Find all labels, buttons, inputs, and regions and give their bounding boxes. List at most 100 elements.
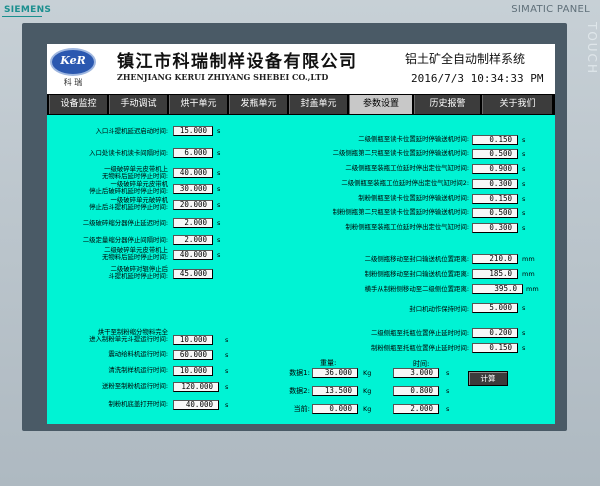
param-unit: s — [225, 336, 229, 344]
param-input[interactable]: 20.000 — [173, 200, 213, 210]
param-unit: s — [225, 383, 229, 391]
tab-parameter-settings[interactable]: 参数设置 — [349, 95, 413, 114]
param-input[interactable]: 0.500 — [472, 149, 518, 159]
param-input[interactable]: 0.200 — [472, 328, 518, 338]
param-input[interactable]: 0.150 — [472, 343, 518, 353]
param-input[interactable]: 6.000 — [173, 148, 213, 158]
param-input[interactable]: 30.000 — [173, 184, 213, 194]
param-unit: s — [522, 195, 526, 203]
param-label: 制粉侧瓶至装瓶工位延时停出定位气缸时间: — [345, 223, 469, 231]
param-unit: s — [225, 401, 229, 409]
param-input[interactable]: 0.900 — [472, 164, 518, 174]
param-unit: s — [217, 251, 221, 259]
param-label: 二级侧瓶至读卡位置延时停输送机时间: — [358, 135, 469, 143]
param-input[interactable]: 0.500 — [472, 208, 518, 218]
param-input[interactable]: 15.000 — [173, 126, 213, 136]
param-input[interactable]: 40.000 — [173, 250, 213, 260]
header: KeR 科 瑞 镇江市科瑞制样设备有限公司 ZHENJIANG KERUI ZH… — [47, 44, 555, 94]
param-input[interactable]: 0.150 — [472, 135, 518, 145]
param-label: 二级侧瓶至装瓶工位延时停出定位气缸时间: — [345, 164, 469, 172]
param-label: 横手从制粉侧移动至二级侧位置距离: — [364, 285, 469, 293]
param-label: 一级破碎单元皮带机 停止后破碎机延时停止时间: — [89, 180, 168, 195]
time-unit: s — [446, 387, 450, 395]
tab-alarm-history[interactable]: 历史报警 — [414, 95, 481, 114]
touch-label: TOUCH — [585, 22, 599, 75]
weight-header: 重量: — [320, 359, 337, 367]
time-unit: s — [446, 369, 450, 377]
param-input[interactable]: 40.000 — [173, 168, 213, 178]
weight-unit: Kg — [363, 387, 372, 395]
param-unit: s — [522, 165, 526, 173]
param-input[interactable]: 10.000 — [173, 335, 213, 345]
tab-capping-unit[interactable]: 封盖单元 — [289, 95, 348, 114]
param-unit: s — [522, 304, 526, 312]
param-unit: s — [217, 201, 221, 209]
param-label: 震动给料机运行时间: — [108, 350, 168, 358]
param-unit: s — [217, 127, 221, 135]
tab-drying-unit[interactable]: 烘干单元 — [169, 95, 228, 114]
tab-about-us[interactable]: 关于我们 — [482, 95, 553, 114]
param-label: 二级定量缩分器停止间隔时间: — [82, 236, 168, 244]
param-input[interactable]: 40.000 — [173, 400, 219, 410]
calculate-button[interactable]: 计算 — [468, 371, 508, 386]
company-logo: KeR 科 瑞 — [50, 48, 96, 88]
calc-row-label: 数据1: — [289, 369, 310, 377]
param-unit: s — [522, 329, 526, 337]
param-label: 制粉机底盖打开时间: — [108, 400, 168, 408]
param-input[interactable]: 60.000 — [173, 350, 213, 360]
param-input[interactable]: 0.300 — [472, 223, 518, 233]
company-name-en: ZHENJIANG KERUI ZHIYANG SHEBEI CO.,LTD — [117, 72, 329, 82]
param-label: 二级侧瓶移动至封口输送机位置距离: — [364, 255, 469, 263]
param-unit: s — [217, 219, 221, 227]
time-input-2[interactable]: 0.800 — [393, 386, 439, 396]
param-label: 二级破碎缩分器停止延迟时间: — [82, 219, 168, 227]
param-label: 清洗制样机运行时间: — [108, 366, 168, 374]
nav-tabs: 设备监控 手动调试 烘干单元 发瓶单元 封盖单元 参数设置 历史报警 关于我们 — [47, 94, 555, 115]
param-unit: s — [217, 149, 221, 157]
param-input[interactable]: 0.150 — [472, 194, 518, 204]
param-label: 制粉侧瓶至托瓶位置停止延时时间: — [370, 344, 469, 352]
param-label: 二级侧瓶第二只瓶至读卡位置延时停输送机时间: — [332, 149, 469, 157]
param-input[interactable]: 10.000 — [173, 366, 213, 376]
param-input[interactable]: 395.0 — [472, 284, 523, 294]
param-unit: mm — [522, 270, 535, 278]
param-label: 二级侧瓶至装瓶工位延时停出定位气缸时间2: — [341, 179, 469, 187]
weight-unit: Kg — [363, 405, 372, 413]
param-input[interactable]: 2.000 — [173, 218, 213, 228]
param-unit: s — [522, 136, 526, 144]
weight-unit: Kg — [363, 369, 372, 377]
param-label: 一级破碎单元皮带机上 无物料后延时停止时间: — [101, 165, 168, 180]
param-input[interactable]: 45.000 — [173, 269, 213, 279]
param-label: 一级破碎单元破碎机 停止后斗提机延时停止时间: — [89, 196, 168, 211]
param-input[interactable]: 185.0 — [472, 269, 518, 279]
company-name-cn: 镇江市科瑞制样设备有限公司 — [117, 52, 358, 72]
brand-logo: SIEMENS — [4, 5, 52, 15]
tab-bottle-unit[interactable]: 发瓶单元 — [229, 95, 288, 114]
param-label: 二级破碎单元皮带机上 无物料后延时停止时间: — [101, 246, 168, 261]
logo-text: KeR — [60, 54, 86, 67]
weight-current: 0.000 — [312, 404, 358, 414]
param-input[interactable]: 120.000 — [173, 382, 219, 392]
param-input[interactable]: 210.0 — [472, 254, 518, 264]
param-label: 入口斗提机延迟启动时间: — [95, 127, 168, 135]
tab-device-monitor[interactable]: 设备监控 — [49, 95, 108, 114]
time-unit: s — [446, 405, 450, 413]
logo-subtitle: 科 瑞 — [63, 78, 83, 87]
time-input-1[interactable]: 3.000 — [393, 368, 439, 378]
param-label: 二级侧瓶至托瓶位置停止延时时间: — [370, 329, 469, 337]
datetime-display: 2016/7/3 10:34:33 PM — [411, 72, 544, 85]
time-current: 2.000 — [393, 404, 439, 414]
param-label: 二级破碎对辊停止后 斗提机延时停止时间: — [108, 265, 168, 280]
param-unit: s — [522, 209, 526, 217]
param-unit: mm — [526, 285, 539, 293]
param-unit: s — [217, 169, 221, 177]
param-input[interactable]: 5.000 — [472, 303, 518, 313]
param-input[interactable]: 2.000 — [173, 235, 213, 245]
weight-input-2[interactable]: 13.500 — [312, 386, 358, 396]
param-label: 送粉至制粉机运行时间: — [101, 382, 168, 390]
hmi-panel-frame: SIEMENS SIMATIC PANEL TOUCH KeR 科 瑞 镇江市科… — [0, 0, 600, 486]
calc-row-label: 数据2: — [289, 387, 310, 395]
weight-input-1[interactable]: 36.000 — [312, 368, 358, 378]
param-input[interactable]: 0.300 — [472, 179, 518, 189]
tab-manual-debug[interactable]: 手动调试 — [109, 95, 168, 114]
